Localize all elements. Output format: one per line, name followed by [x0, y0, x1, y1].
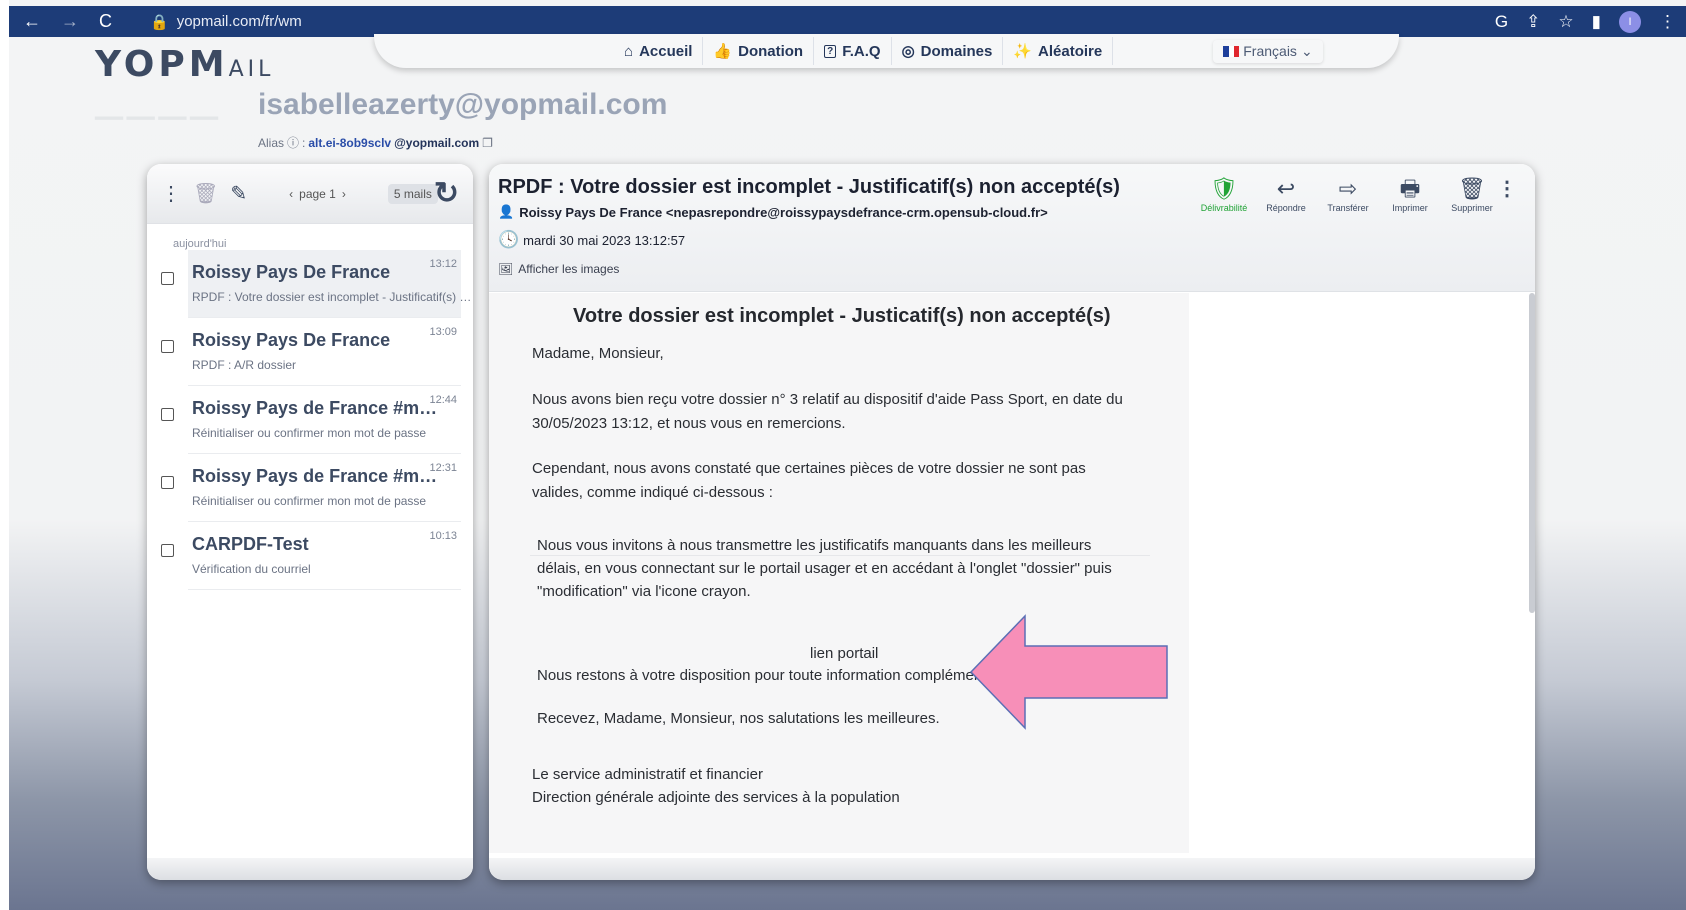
star-icon[interactable]: ☆	[1558, 12, 1573, 32]
portal-link[interactable]: lien portail	[810, 645, 878, 662]
share-icon[interactable]: ⇪	[1526, 12, 1540, 32]
body-paragraph: Nous avons bien reçu votre dossier n° 3 …	[532, 391, 1123, 432]
forward-button[interactable]: ⇨ Transférer	[1317, 176, 1379, 213]
next-page-icon[interactable]: ›	[342, 187, 346, 201]
sidepanel-icon[interactable]: ▮	[1592, 12, 1601, 32]
message-footer	[489, 858, 1535, 880]
nav-aleatoire[interactable]: ✨ Aléatoire	[1003, 37, 1114, 65]
reply-button[interactable]: ↩ Répondre	[1255, 176, 1317, 213]
deliverability-button[interactable]: 🛡 Délivrabilité	[1193, 176, 1255, 213]
back-icon[interactable]: ←	[23, 11, 41, 32]
lock-icon: 🔒	[150, 13, 169, 31]
france-flag-icon	[1223, 45, 1240, 57]
info-icon[interactable]: ⓘ	[287, 134, 299, 151]
profile-avatar[interactable]: I	[1619, 11, 1641, 33]
menu-icon[interactable]: ⋮	[1659, 12, 1676, 32]
forward-icon: ⇨	[1338, 176, 1358, 201]
message-date: 🕓 mardi 30 mai 2023 13:12:57	[498, 230, 686, 249]
message-actions: 🛡 Délivrabilité ↩ Répondre ⇨ Transférer 🖶 Im…	[1193, 176, 1503, 213]
list-item[interactable]: Roissy Pays de France #mot de passe 12:4…	[161, 386, 461, 454]
home-icon: ⌂	[624, 42, 634, 60]
mail-checkbox[interactable]	[161, 272, 174, 285]
more-vertical-icon[interactable]: ⋮	[161, 181, 181, 206]
alias-local: alt.ei-8ob9sclv	[308, 135, 392, 150]
google-icon[interactable]: G	[1495, 12, 1508, 32]
show-images-link[interactable]: 🖼 Afficher les images	[498, 262, 619, 276]
nav-accueil[interactable]: ⌂ Accueil	[614, 37, 704, 65]
message-sender: 👤 Roissy Pays De France <nepasrepondre@r…	[498, 204, 1048, 220]
body-paragraph: Cependant, nous avons constaté que certa…	[532, 460, 1086, 501]
trash-icon: 🗑	[1458, 176, 1486, 201]
alias-line: Alias ⓘ: alt.ei-8ob9sclv @yopmail.com ❐	[258, 134, 493, 151]
mail-checkbox[interactable]	[161, 340, 174, 353]
nav-faq[interactable]: ? F.A.Q	[814, 37, 892, 65]
list-item[interactable]: Roissy Pays De France 13:12 RPDF : Votre…	[161, 250, 473, 318]
image-icon: 🖼	[498, 262, 514, 276]
inbox-footer	[147, 858, 473, 880]
language-selector[interactable]: Français ⌄	[1213, 40, 1322, 63]
person-icon: 👤	[498, 204, 515, 219]
pink-arrow-annotation	[969, 614, 1168, 730]
nav-donation[interactable]: 👍 Donation	[703, 37, 815, 65]
day-label: aujourd'hui	[173, 238, 227, 250]
trash-icon[interactable]: 🗑	[193, 181, 218, 206]
body-paragraph: Nous vous invitons à nous transmettre le…	[537, 537, 1112, 600]
prev-page-icon[interactable]: ‹	[289, 187, 293, 201]
reload-icon[interactable]: C	[99, 11, 112, 32]
inbox-toolbar: ⋮ 🗑 ✎ ‹ page 1 › 5 mails ↻	[147, 164, 473, 224]
signature-line: Direction générale adjointe des services…	[532, 789, 900, 806]
list-item[interactable]: Roissy Pays de France #mot de passe 12:3…	[161, 454, 461, 522]
pager: ‹ page 1 ›	[289, 186, 346, 201]
copy-icon[interactable]: ❐	[482, 136, 493, 150]
magic-wand-icon: ✨	[1013, 43, 1033, 60]
mail-count-badge: 5 mails	[387, 183, 438, 204]
print-button[interactable]: 🖶 Imprimer	[1379, 176, 1441, 213]
top-navigation: ⌂ Accueil 👍 Donation ? F.A.Q ◎ Domaines ✨ Alé…	[374, 34, 1399, 68]
nav-domaines[interactable]: ◎ Domaines	[892, 37, 1004, 65]
message-panel: RPDF : Votre dossier est incomplet - Jus…	[489, 164, 1535, 880]
pencil-icon[interactable]: ✎	[230, 181, 247, 206]
browser-window: ← → C 🔒 yopmail.com/fr/wm G ⇪ ☆ ▮ I ⋮ YO…	[9, 0, 1686, 910]
mailbox-address: isabelleazerty@yopmail.com	[258, 88, 668, 121]
signature-line: Le service administratif et financier	[532, 766, 763, 783]
message-subject: RPDF : Votre dossier est incomplet - Jus…	[498, 176, 1120, 198]
refresh-icon[interactable]: ↻	[434, 176, 459, 211]
shield-check-icon: 🛡	[1210, 176, 1238, 201]
printer-icon: 🖶	[1399, 176, 1421, 201]
delete-button[interactable]: 🗑 Supprimer	[1441, 176, 1503, 213]
mail-checkbox[interactable]	[161, 408, 174, 421]
inbox-panel: ⋮ 🗑 ✎ ‹ page 1 › 5 mails ↻ aujourd'hui R…	[147, 164, 473, 880]
logo-reflection: ▔▔▔▔	[95, 94, 222, 119]
question-icon: ?	[824, 44, 837, 58]
mail-checkbox[interactable]	[161, 544, 174, 557]
chevron-down-icon: ⌄	[1300, 42, 1313, 59]
thumbs-up-icon: 👍	[713, 43, 733, 60]
clock-icon: 🕓	[498, 230, 520, 249]
list-item[interactable]: Roissy Pays De France 13:09 RPDF : A/R d…	[161, 318, 461, 386]
address-bar[interactable]: 🔒 yopmail.com/fr/wm	[150, 13, 302, 31]
yopmail-logo[interactable]: YOPMAIL	[95, 44, 274, 85]
body-title: Votre dossier est incomplet - Justicatif…	[573, 305, 1111, 327]
more-vertical-icon[interactable]: ⋮	[1497, 176, 1517, 201]
forward-icon[interactable]: →	[61, 11, 79, 32]
url-text[interactable]: yopmail.com/fr/wm	[177, 13, 302, 30]
message-header: RPDF : Votre dossier est incomplet - Jus…	[489, 164, 1535, 292]
list-item[interactable]: CARPDF-Test 10:13 Vérification du courri…	[161, 522, 461, 590]
mail-checkbox[interactable]	[161, 476, 174, 489]
globe-icon: ◎	[901, 43, 915, 60]
reply-icon: ↩	[1276, 176, 1296, 201]
browser-toolbar: ← → C 🔒 yopmail.com/fr/wm G ⇪ ☆ ▮ I ⋮	[9, 6, 1686, 37]
scrollbar[interactable]	[1529, 293, 1535, 613]
body-greeting: Madame, Monsieur,	[532, 345, 664, 362]
